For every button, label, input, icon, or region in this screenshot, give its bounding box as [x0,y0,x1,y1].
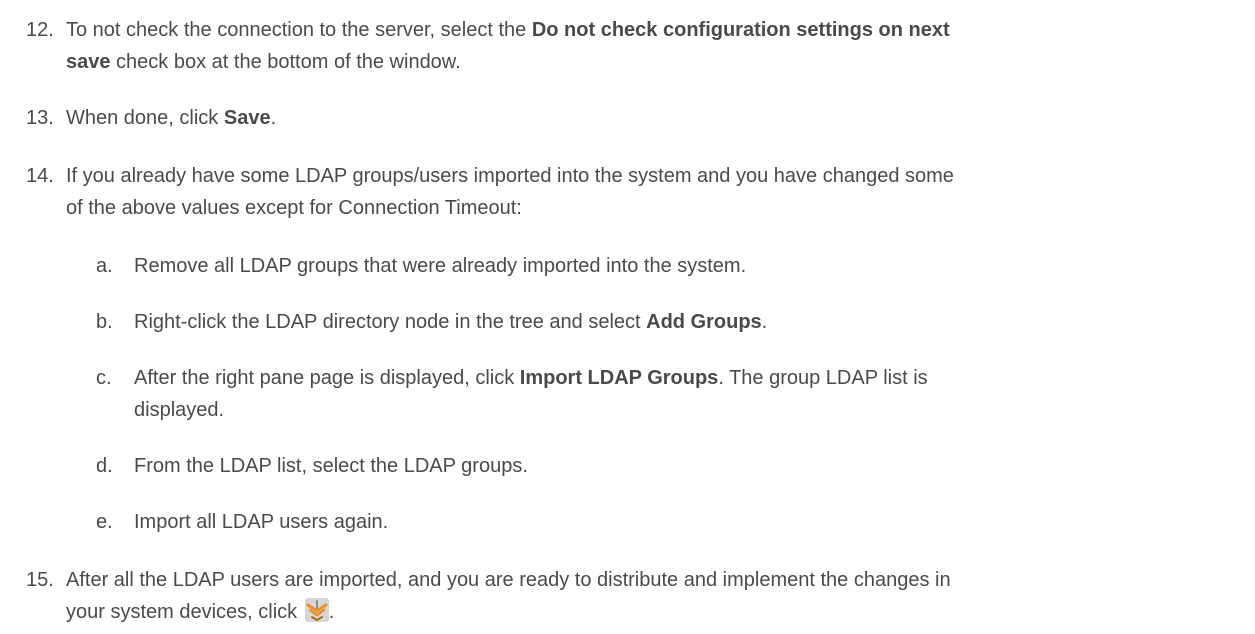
step-number: 15. [26,569,54,591]
step-line: To not check the connection to the serve… [66,14,1246,46]
step-number: 14. [26,165,54,187]
step-text-part: To not check the connection to the serve… [66,19,532,41]
step-number: 12. [26,19,54,41]
substep-text: Import all LDAP users again. [134,511,389,533]
substep-letter: d. [96,455,113,477]
step-number: 13. [26,107,54,129]
ui-term: Add Groups [646,311,762,333]
substep-text: From the LDAP list, select the LDAP grou… [134,455,528,477]
deploy-changes-icon [304,598,329,622]
step-text: To not check the connection to the serve… [66,14,1246,78]
step-line: displayed. [134,399,225,421]
substep-text: After the right pane page is displayed, … [134,362,1134,426]
step-text-part: . [328,601,335,623]
substep-letter: b. [96,311,113,333]
substep-letter: e. [96,511,113,533]
step-line: save check box at the bottom of the wind… [66,46,1246,78]
step-line: your system devices, click . [66,596,1246,628]
step-text-part: check box at the bottom of the window. [110,51,461,73]
step-text-part: . [270,107,277,129]
step-text: After all the LDAP users are imported, a… [66,564,1246,628]
step-text-part: Right-click the LDAP directory node in t… [134,311,647,333]
step-text: When done, click Save. [66,102,1246,134]
step-text-part: When done, click [66,107,224,129]
step-text-part: After the right pane page is displayed, … [134,367,520,389]
substep-letter: c. [96,367,112,389]
step-line: After all the LDAP users are imported, a… [66,569,951,591]
step-text: If you already have some LDAP groups/use… [66,160,1246,224]
ui-term: Do not check configuration settings on n… [531,19,950,41]
ui-term: save [66,51,111,73]
step-line: If you already have some LDAP groups/use… [66,165,954,187]
substep-letter: a. [96,255,113,277]
step-line: After the right pane page is displayed, … [134,362,1134,394]
substep-text: Right-click the LDAP directory node in t… [134,306,1134,338]
step-text-part: . The group LDAP list is [718,367,928,389]
step-text-part: your system devices, click [66,601,303,623]
deploy-changes-icon-graphic [304,598,329,622]
ui-term: Import LDAP Groups [519,367,719,389]
ui-term: Save [223,107,271,129]
step-text-part: . [761,311,768,333]
substep-text: Remove all LDAP groups that were already… [134,255,747,277]
step-line: of the above values except for Connectio… [66,197,522,219]
